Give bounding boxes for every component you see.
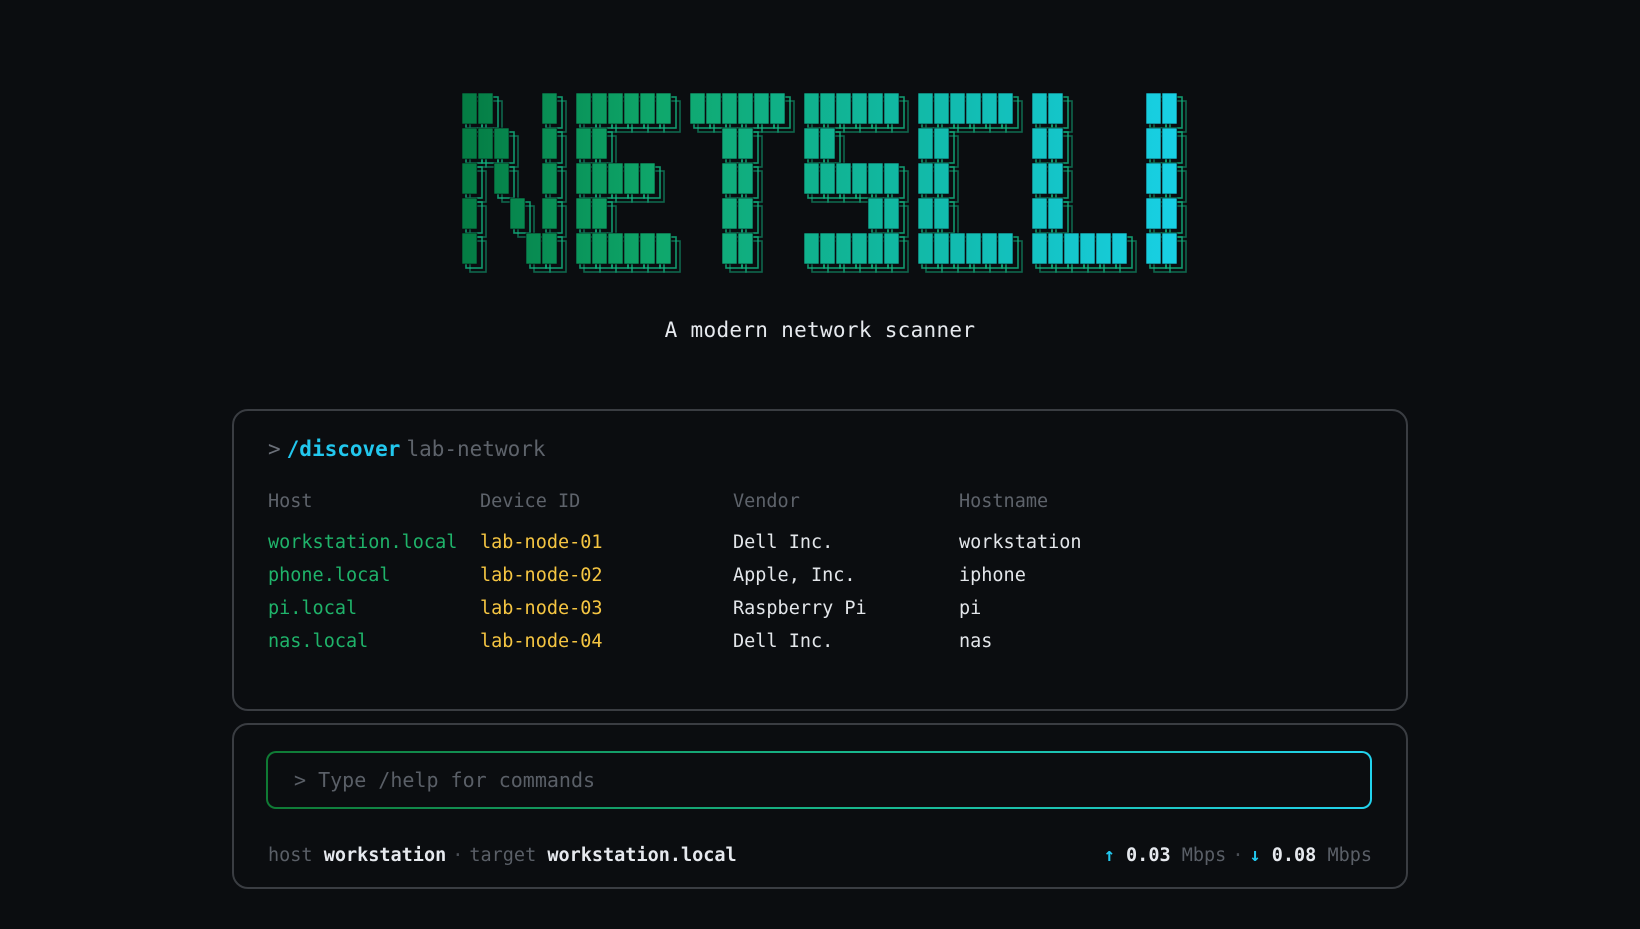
hostname-cell: pi (959, 598, 982, 619)
column-header-device-id: Device ID (480, 491, 581, 512)
vendor-cell: Raspberry Pi (733, 598, 867, 619)
host-cell: workstation.local (268, 532, 458, 553)
column-header-host: Host (268, 491, 313, 512)
command-input[interactable] (268, 753, 1370, 807)
target-label: target (469, 845, 537, 866)
target-value: workstation.local (547, 845, 737, 866)
host-cell: phone.local (268, 565, 391, 586)
device-id-cell: lab-node-01 (480, 532, 603, 553)
column-header-hostname: Hostname (959, 491, 1049, 512)
status-separator: · (1232, 845, 1244, 866)
input-panel: host workstation·target workstation.loca… (232, 723, 1408, 889)
upload-arrow-icon: ↑ (1103, 845, 1115, 866)
vendor-cell: Dell Inc. (733, 631, 834, 652)
hostname-cell: nas (959, 631, 993, 652)
download-value: 0.08 (1271, 845, 1317, 866)
status-bandwidth: ↑ 0.03 Mbps · ↓ 0.08 Mbps (1104, 845, 1372, 866)
host-cell: pi.local (268, 598, 358, 619)
column-header-vendor: Vendor (733, 491, 800, 512)
command-argument: lab-network (406, 437, 546, 461)
command-prompt: > (268, 437, 281, 461)
command-input-box[interactable] (266, 751, 1372, 809)
command-name: /discover (286, 437, 401, 461)
command-line: >/discover lab-network (268, 437, 546, 461)
upload-unit: Mbps (1181, 845, 1227, 866)
upload-value: 0.03 (1126, 845, 1171, 866)
device-id-cell: lab-node-04 (480, 631, 603, 652)
host-cell: nas.local (268, 631, 369, 652)
tagline: A modern network scanner (664, 318, 976, 342)
output-panel: >/discover lab-network Host Device ID Ven… (232, 409, 1408, 711)
host-value: workstation (323, 845, 447, 866)
host-label: host (268, 845, 313, 866)
vendor-cell: Apple, Inc. (733, 565, 856, 586)
status-host-target: host workstation · target workstation.loca… (268, 845, 737, 866)
vendor-cell: Dell Inc. (733, 532, 834, 553)
device-id-cell: lab-node-03 (480, 598, 603, 619)
device-id-cell: lab-node-02 (480, 565, 603, 586)
hostname-cell: iphone (959, 565, 1026, 586)
status-separator: · (452, 845, 464, 866)
hostname-cell: workstation (959, 532, 1082, 553)
download-unit: Mbps (1327, 845, 1372, 866)
netscli-logo (461, 92, 1187, 273)
download-arrow-icon: ↓ (1249, 845, 1261, 866)
